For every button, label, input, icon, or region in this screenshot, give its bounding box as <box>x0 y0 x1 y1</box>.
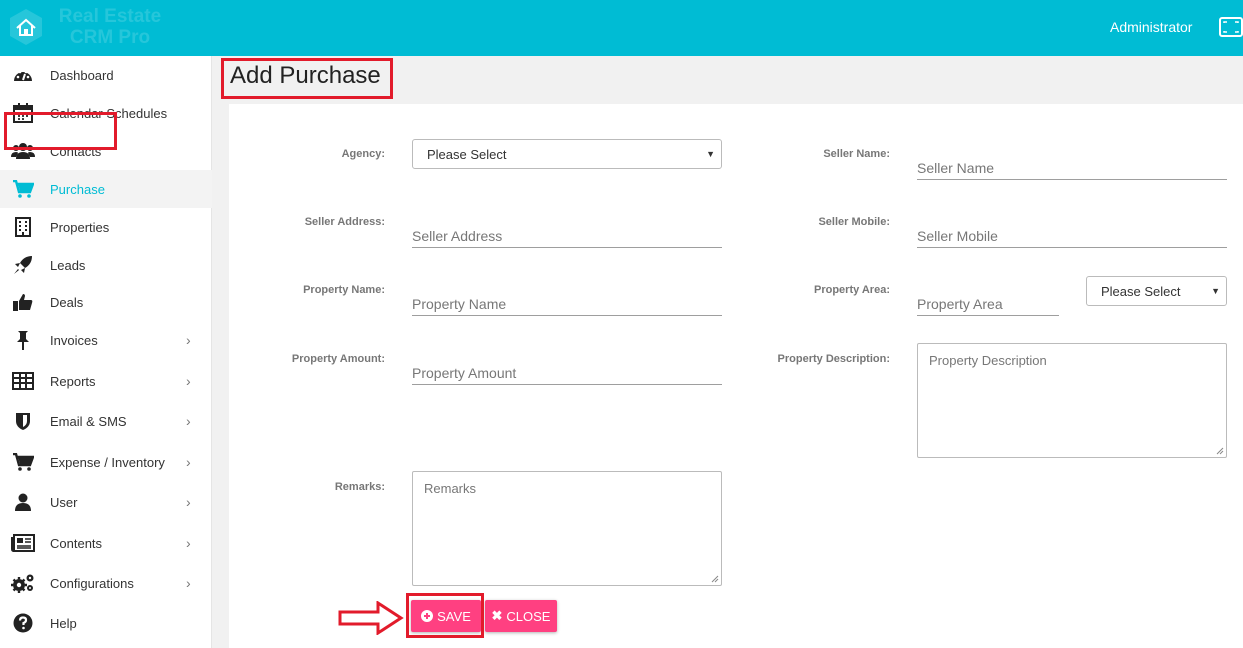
property-name-input[interactable] <box>412 284 722 315</box>
seller-mobile-input[interactable] <box>917 216 1227 247</box>
caret-down-icon: ▼ <box>1211 286 1220 296</box>
property-name-label: Property Name: <box>303 284 385 296</box>
chevron-right-icon: › <box>186 575 191 591</box>
close-icon: ✖ <box>491 608 503 623</box>
remarks-textarea[interactable] <box>412 471 722 586</box>
sidebar-item-purchase[interactable]: Purchase <box>0 170 212 208</box>
sidebar-item-help[interactable]: Help <box>0 604 212 642</box>
top-bar: Real Estate CRM Pro Administrator <box>0 0 1243 56</box>
building-icon <box>11 217 35 237</box>
seller-mobile-label: Seller Mobile: <box>818 216 890 228</box>
annotation-arrow-icon <box>338 601 404 635</box>
remarks-label: Remarks: <box>334 481 385 493</box>
sidebar-item-label: Help <box>50 615 77 631</box>
cogs-icon <box>11 573 35 593</box>
sidebar-item-contents[interactable]: Contents › <box>0 524 212 562</box>
sidebar-item-dashboard[interactable]: Dashboard <box>0 56 212 94</box>
caret-down-icon: ▼ <box>706 149 715 159</box>
property-area-unit-value: Please Select <box>1101 283 1181 299</box>
chevron-right-icon: › <box>186 454 191 470</box>
annotation-highlight-purchase <box>4 112 117 150</box>
sidebar-item-label: Expense / Inventory <box>50 454 165 470</box>
property-area-unit-select[interactable]: Please Select ▼ <box>1086 276 1227 306</box>
sidebar-item-reports[interactable]: Reports › <box>0 362 212 400</box>
sidebar-item-email-sms[interactable]: Email & SMS › <box>0 402 212 440</box>
logo-line-1: Real Estate <box>58 6 162 27</box>
close-button[interactable]: ✖ CLOSE <box>485 600 557 632</box>
chevron-right-icon: › <box>186 332 191 348</box>
property-description-textarea[interactable] <box>917 343 1227 458</box>
logo-line-2: CRM Pro <box>69 27 151 48</box>
annotation-highlight-save <box>406 593 484 638</box>
resize-grip-icon[interactable] <box>711 575 719 583</box>
property-amount-input[interactable] <box>412 353 722 384</box>
resize-grip-icon[interactable] <box>1216 447 1224 455</box>
sidebar-item-label: User <box>50 494 78 510</box>
pin-icon <box>11 330 35 350</box>
sidebar-item-label: Leads <box>50 257 86 273</box>
fullscreen-icon[interactable] <box>1219 16 1243 38</box>
sidebar-item-label: Properties <box>50 219 110 235</box>
user-icon <box>11 492 35 512</box>
sidebar-item-label: Invoices <box>50 332 98 348</box>
shield-icon <box>11 411 35 431</box>
page-title: Add Purchase <box>230 62 381 89</box>
chevron-right-icon: › <box>186 494 191 510</box>
seller-address-field[interactable] <box>412 216 722 248</box>
property-area-label: Property Area: <box>813 284 890 296</box>
agency-select[interactable]: Please Select ▼ <box>412 139 722 169</box>
seller-name-field[interactable] <box>917 148 1227 180</box>
sidebar-item-label: Configurations <box>50 575 134 591</box>
cart-icon <box>11 179 35 199</box>
sidebar-item-label: Reports <box>50 373 96 389</box>
property-name-field[interactable] <box>412 284 722 316</box>
agency-select-value: Please Select <box>427 146 507 162</box>
seller-mobile-field[interactable] <box>917 216 1227 248</box>
app-logo-text: Real Estate CRM Pro <box>50 6 170 48</box>
cart-icon <box>11 452 35 472</box>
sidebar-item-deals[interactable]: Deals <box>0 283 212 321</box>
question-icon <box>11 613 35 633</box>
property-area-field[interactable] <box>917 284 1059 316</box>
sidebar-item-invoices[interactable]: Invoices › <box>0 321 212 359</box>
rocket-icon <box>11 255 35 275</box>
sidebar-item-label: Email & SMS <box>50 413 127 429</box>
property-amount-field[interactable] <box>412 353 722 385</box>
sidebar-item-label: Purchase <box>50 181 105 197</box>
thumbs-up-icon <box>11 292 35 312</box>
property-description-label: Property Description: <box>777 353 890 365</box>
sidebar-item-label: Deals <box>50 294 84 310</box>
seller-address-label: Seller Address: <box>304 216 385 228</box>
sidebar-item-label: Contents <box>50 535 103 551</box>
agency-label: Agency: <box>341 148 385 160</box>
seller-name-input[interactable] <box>917 148 1227 179</box>
home-logo-icon[interactable] <box>8 7 44 47</box>
sidebar-item-expense-inventory[interactable]: Expense / Inventory › <box>0 443 212 481</box>
property-amount-label: Property Amount: <box>291 353 385 365</box>
newspaper-icon <box>11 533 35 553</box>
seller-name-label: Seller Name: <box>823 148 890 160</box>
sidebar-item-properties[interactable]: Properties <box>0 208 212 246</box>
chevron-right-icon: › <box>186 413 191 429</box>
chevron-right-icon: › <box>186 535 191 551</box>
sidebar-item-configurations[interactable]: Configurations › <box>0 564 212 602</box>
user-menu[interactable]: Administrator <box>1110 19 1192 35</box>
sidebar-item-label: Dashboard <box>50 67 114 83</box>
dashboard-icon <box>11 65 35 85</box>
seller-address-input[interactable] <box>412 216 722 247</box>
close-button-label: CLOSE <box>506 608 551 624</box>
property-area-input[interactable] <box>917 284 1059 315</box>
sidebar-item-user[interactable]: User › <box>0 483 212 521</box>
chevron-right-icon: › <box>186 373 191 389</box>
table-icon <box>11 371 35 391</box>
sidebar-item-leads[interactable]: Leads <box>0 246 212 284</box>
